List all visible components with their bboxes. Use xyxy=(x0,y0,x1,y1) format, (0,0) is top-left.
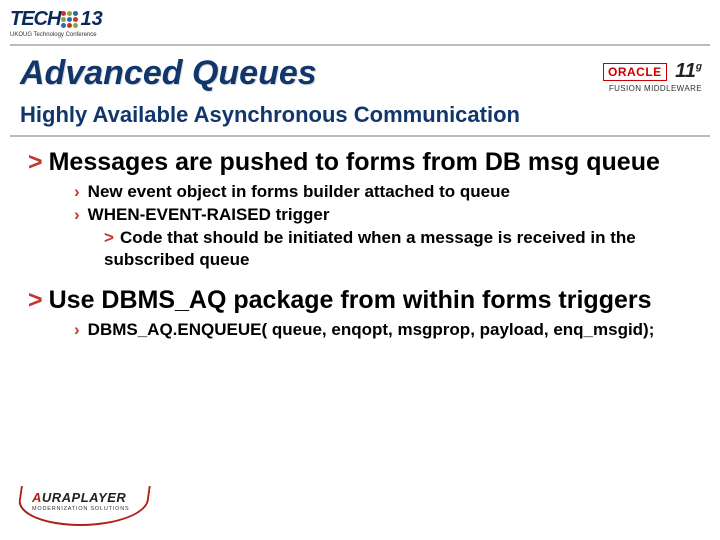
bullet-2-sublist: ›DBMS_AQ.ENQUEUE( queue, enqopt, msgprop… xyxy=(74,319,692,340)
chevron-right-icon: > xyxy=(104,228,114,247)
bullet-1-1: ›New event object in forms builder attac… xyxy=(74,181,692,202)
auraplayer-logo: AURAPLAYER MODERNIZATION SOLUTIONS xyxy=(18,484,148,526)
slide-title: Advanced Queues xyxy=(20,54,317,93)
divider-top xyxy=(10,44,710,46)
oracle-version-text: 11g xyxy=(675,60,702,83)
oracle-product-line: FUSION MIDDLEWARE xyxy=(603,84,702,93)
bullet-2-1: ›DBMS_AQ.ENQUEUE( queue, enqopt, msgprop… xyxy=(74,319,692,340)
auraplayer-brand-text: AURAPLAYER xyxy=(32,490,126,505)
angle-right-icon: › xyxy=(74,205,80,224)
divider-under-subtitle xyxy=(10,135,710,137)
logo-year-text: 13 xyxy=(80,8,102,31)
bullet-1-2-1: >Code that should be initiated when a me… xyxy=(104,227,692,270)
angle-right-icon: › xyxy=(74,182,80,201)
slide-body: >Messages are pushed to forms from DB ms… xyxy=(28,148,692,354)
bullet-1-sublist: ›New event object in forms builder attac… xyxy=(74,181,692,270)
slide-subtitle: Highly Available Asynchronous Communicat… xyxy=(20,102,520,128)
bullet-1: >Messages are pushed to forms from DB ms… xyxy=(28,148,692,177)
bullet-1-2: ›WHEN-EVENT-RAISED trigger xyxy=(74,204,692,225)
oracle-brand-text: ORACLE xyxy=(603,63,667,81)
chevron-right-icon: > xyxy=(28,148,43,176)
chevron-right-icon: > xyxy=(28,286,43,314)
bullet-2: >Use DBMS_AQ package from within forms t… xyxy=(28,286,692,315)
conference-logo: TECH 13 UKOUG Technology Conference xyxy=(10,8,103,38)
logo-dots-icon xyxy=(61,11,78,28)
oracle-logo: ORACLE 11g FUSION MIDDLEWARE xyxy=(603,60,702,93)
angle-right-icon: › xyxy=(74,320,80,339)
logo-subtext: UKOUG Technology Conference xyxy=(10,32,103,38)
logo-tech-text: TECH xyxy=(10,8,60,31)
auraplayer-tagline: MODERNIZATION SOLUTIONS xyxy=(32,506,129,512)
